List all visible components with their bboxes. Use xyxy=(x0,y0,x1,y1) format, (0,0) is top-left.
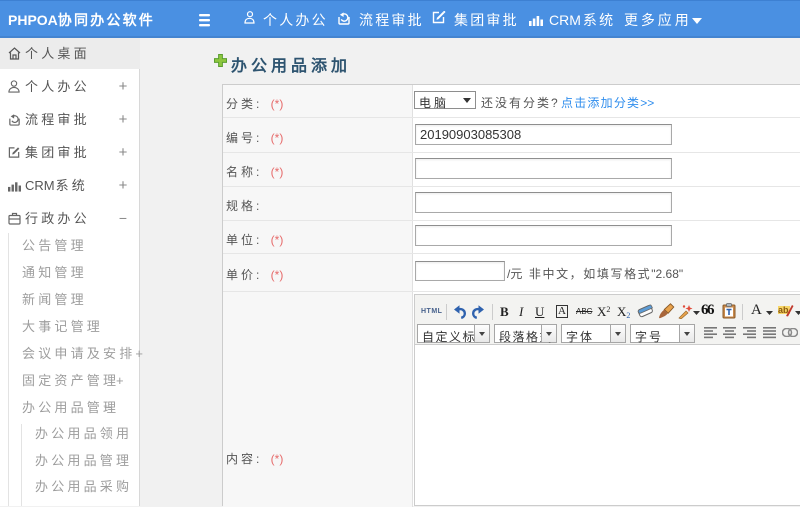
svg-text:ab: ab xyxy=(778,305,789,315)
